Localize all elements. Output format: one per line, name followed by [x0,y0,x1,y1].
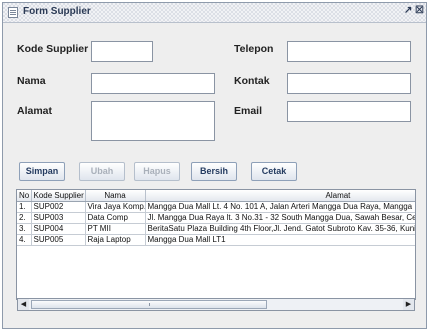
cell-alamat: Mangga Dua Mall LT1 [145,234,415,246]
window-icon [8,7,18,18]
alamat-textarea[interactable] [91,101,215,141]
scroll-right-arrow-icon[interactable]: ▶ [403,299,414,310]
simpan-button[interactable]: Simpan [19,162,65,181]
close-button[interactable]: ☒ [415,5,424,17]
cell-no: 3. [17,223,32,235]
cell-nama: Vira Jaya Komp... [85,201,146,213]
kontak-input[interactable] [287,73,411,94]
column-header-alamat[interactable]: Alamat [145,190,415,202]
ubah-button[interactable]: Ubah [79,162,125,181]
form-supplier-window: Form Supplier ↗ ☒ Kode Supplier Nama Ala… [2,2,427,329]
cell-nama: PT MII [85,223,146,235]
supplier-table: No Kode Supplier Nama Alamat 1. SUP002 V… [17,190,415,246]
cell-alamat: Mangga Dua Mall Lt. 4 No. 101 A, Jalan A… [145,201,415,213]
table-row[interactable]: 4. SUP005 Raja Laptop Mangga Dua Mall LT… [17,234,415,246]
hapus-button[interactable]: Hapus [134,162,180,181]
cell-no: 4. [17,234,32,246]
supplier-table-panel: No Kode Supplier Nama Alamat 1. SUP002 V… [16,189,416,300]
cell-kode-supplier: SUP002 [31,201,86,213]
column-header-kode-supplier[interactable]: Kode Supplier [31,190,86,202]
email-input[interactable] [287,101,411,122]
nama-input[interactable] [91,73,215,94]
cell-kode-supplier: SUP003 [31,212,86,224]
table-row[interactable]: 2. SUP003 Data Comp Jl. Mangga Dua Raya … [17,212,415,224]
kode-supplier-label: Kode Supplier [17,43,89,55]
cell-alamat: Jl. Mangga Dua Raya lt. 3 No.31 - 32 Sou… [145,212,415,224]
horizontal-scrollbar[interactable]: ◀ ▶ [17,298,415,311]
cell-alamat: BeritaSatu Plaza Building 4th Floor,Jl. … [145,223,415,235]
telepon-input[interactable] [287,41,411,62]
window-title: Form Supplier [23,6,91,17]
cell-no: 2. [17,212,32,224]
kode-supplier-input[interactable] [91,41,153,62]
column-header-nama[interactable]: Nama [85,190,146,202]
cell-nama: Data Comp [85,212,146,224]
cell-kode-supplier: SUP004 [31,223,86,235]
maximize-button[interactable]: ↗ [404,5,412,17]
bersih-button[interactable]: Bersih [191,162,237,181]
title-bar[interactable]: Form Supplier ↗ ☒ [3,3,426,23]
cell-kode-supplier: SUP005 [31,234,86,246]
table-header-row: No Kode Supplier Nama Alamat [17,190,415,202]
nama-label: Nama [17,75,46,87]
scroll-left-arrow-icon[interactable]: ◀ [18,299,29,310]
email-label: Email [234,105,263,117]
cell-no: 1. [17,201,32,213]
table-row[interactable]: 3. SUP004 PT MII BeritaSatu Plaza Buildi… [17,223,415,235]
column-header-no[interactable]: No [17,190,32,202]
table-row[interactable]: 1. SUP002 Vira Jaya Komp... Mangga Dua M… [17,201,415,213]
scrollbar-thumb[interactable] [31,300,267,309]
cell-nama: Raja Laptop [85,234,146,246]
cetak-button[interactable]: Cetak [251,162,297,181]
thumb-grip-icon [149,303,150,306]
kontak-label: Kontak [234,75,270,87]
alamat-label: Alamat [17,105,53,117]
telepon-label: Telepon [234,43,274,55]
